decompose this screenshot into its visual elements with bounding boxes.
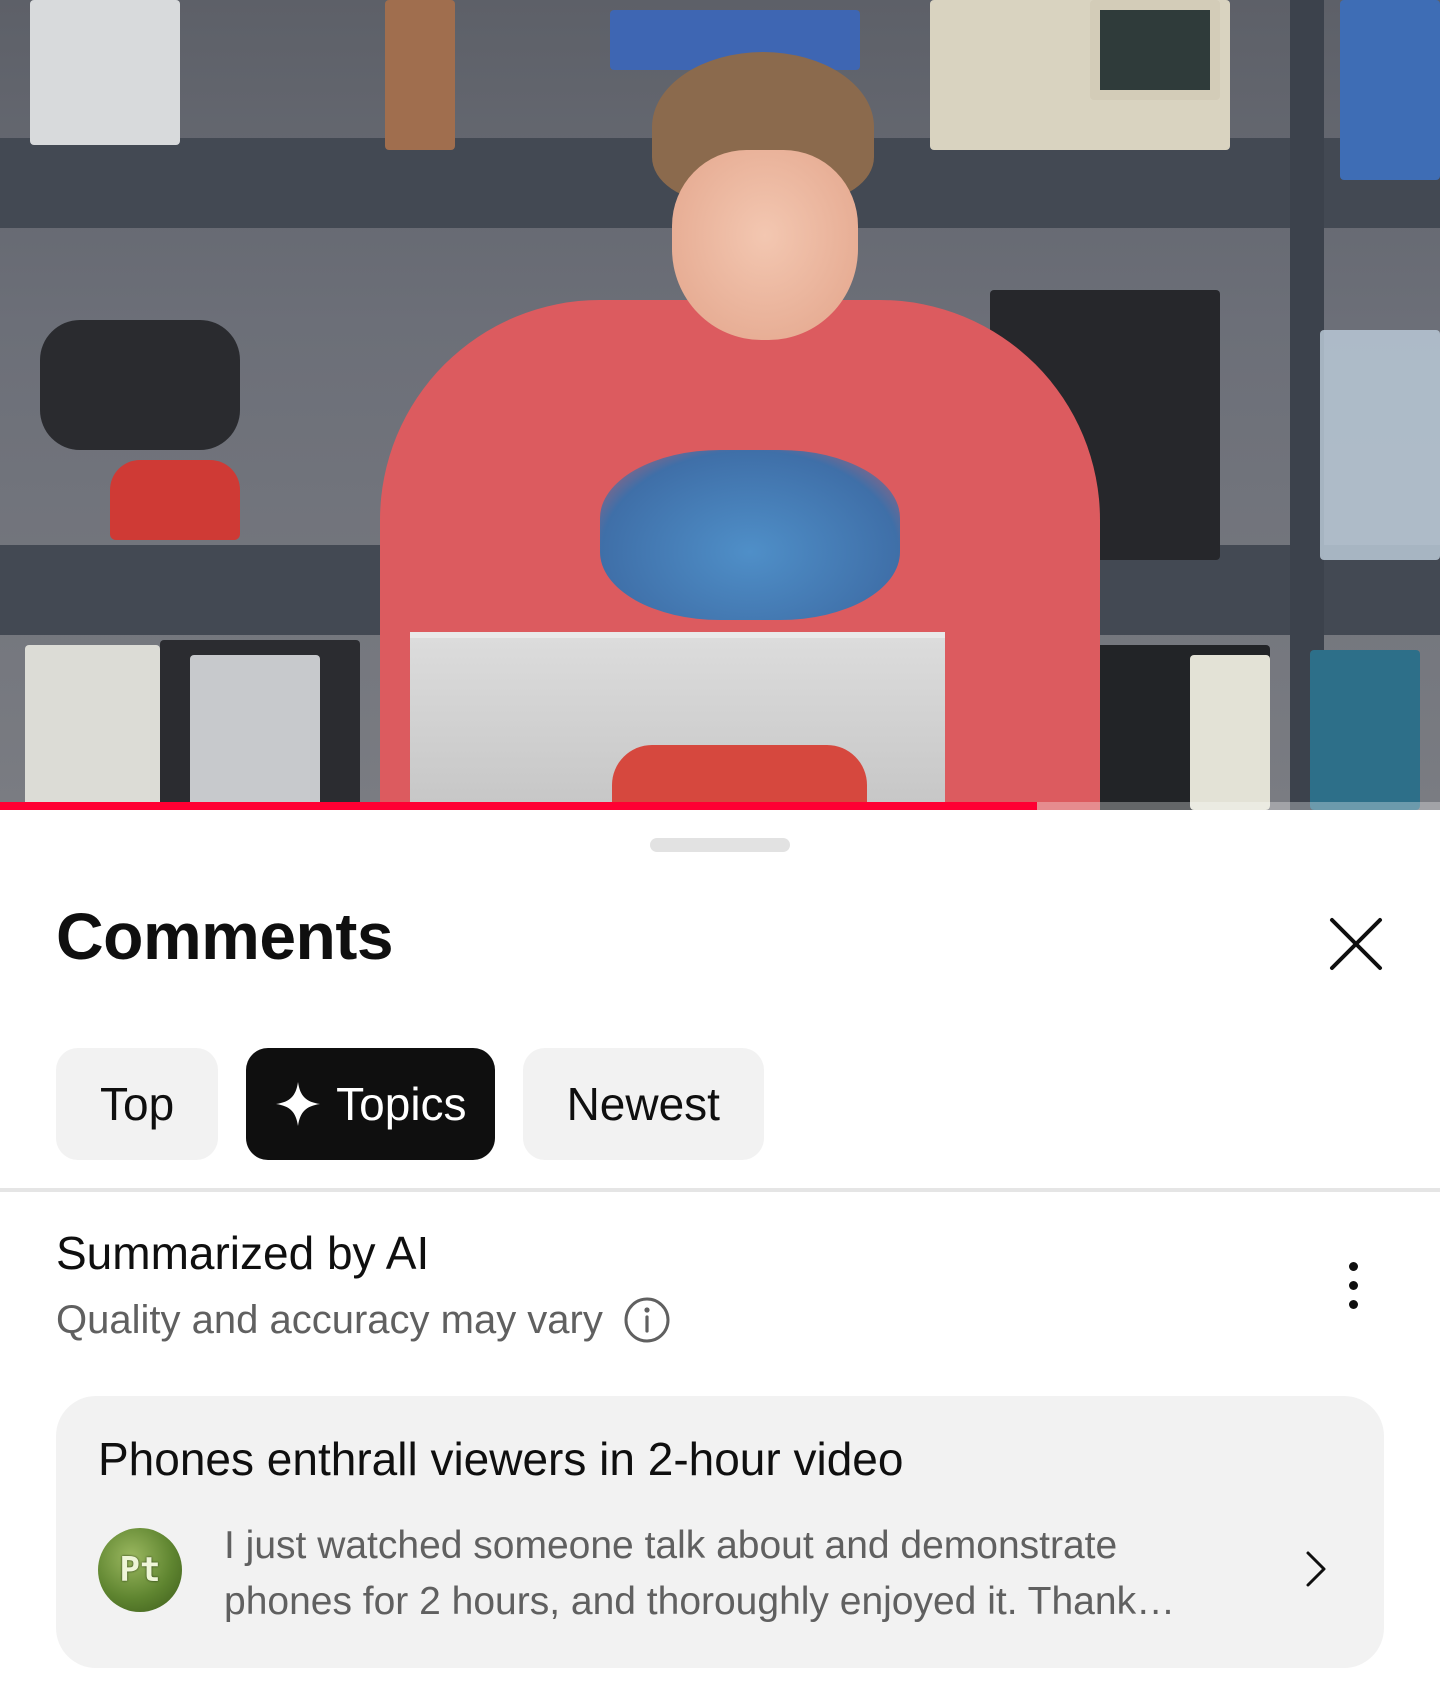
topic-card[interactable]: Phones enthrall viewers in 2-hour video … bbox=[56, 1396, 1384, 1668]
kebab-dot bbox=[1348, 1280, 1358, 1290]
presenter-face bbox=[672, 150, 858, 340]
avatar: Pt bbox=[98, 1528, 182, 1612]
shirt-graphic bbox=[600, 450, 900, 620]
video-progress-fill bbox=[0, 802, 1037, 810]
equipment bbox=[1340, 0, 1440, 180]
equipment bbox=[1310, 650, 1420, 810]
ai-summary-disclaimer: Quality and accuracy may vary bbox=[56, 1297, 603, 1342]
chip-top[interactable]: Top bbox=[56, 1048, 219, 1160]
equipment bbox=[1090, 0, 1220, 100]
equipment bbox=[110, 460, 240, 540]
section-divider bbox=[0, 1188, 1440, 1192]
kebab-dot bbox=[1348, 1299, 1358, 1309]
chevron-right-icon bbox=[1296, 1544, 1336, 1594]
close-icon bbox=[1329, 917, 1383, 971]
more-vert-icon[interactable] bbox=[1330, 1250, 1376, 1320]
chip-topics[interactable]: Topics bbox=[246, 1048, 495, 1160]
sparkle-icon bbox=[274, 1080, 322, 1128]
equipment bbox=[25, 645, 160, 810]
red-telephone bbox=[612, 745, 867, 810]
topic-title: Phones enthrall viewers in 2-hour video bbox=[98, 1433, 904, 1485]
sort-chips: Top Topics Newest bbox=[56, 1048, 764, 1160]
chip-label: Top bbox=[100, 1078, 175, 1130]
video-player[interactable] bbox=[0, 0, 1440, 810]
chip-label: Topics bbox=[336, 1078, 467, 1130]
equipment bbox=[1190, 655, 1270, 810]
chip-label: Newest bbox=[566, 1078, 720, 1130]
chip-newest[interactable]: Newest bbox=[522, 1048, 764, 1160]
ai-summary-subtitle: Quality and accuracy may vary bbox=[56, 1296, 671, 1344]
close-button[interactable] bbox=[1316, 904, 1396, 984]
kebab-dot bbox=[1348, 1261, 1358, 1271]
info-icon[interactable] bbox=[623, 1296, 671, 1344]
equipment bbox=[40, 320, 240, 450]
comments-title: Comments bbox=[56, 899, 394, 973]
video-progress-bar[interactable] bbox=[0, 802, 1440, 810]
ai-summary-title: Summarized by AI bbox=[56, 1227, 430, 1279]
drag-handle[interactable] bbox=[650, 838, 790, 852]
equipment bbox=[30, 0, 180, 145]
equipment bbox=[190, 655, 320, 810]
equipment bbox=[1320, 330, 1440, 560]
equipment bbox=[385, 0, 455, 150]
topic-comment-preview: I just watched someone talk about and de… bbox=[224, 1524, 1176, 1623]
